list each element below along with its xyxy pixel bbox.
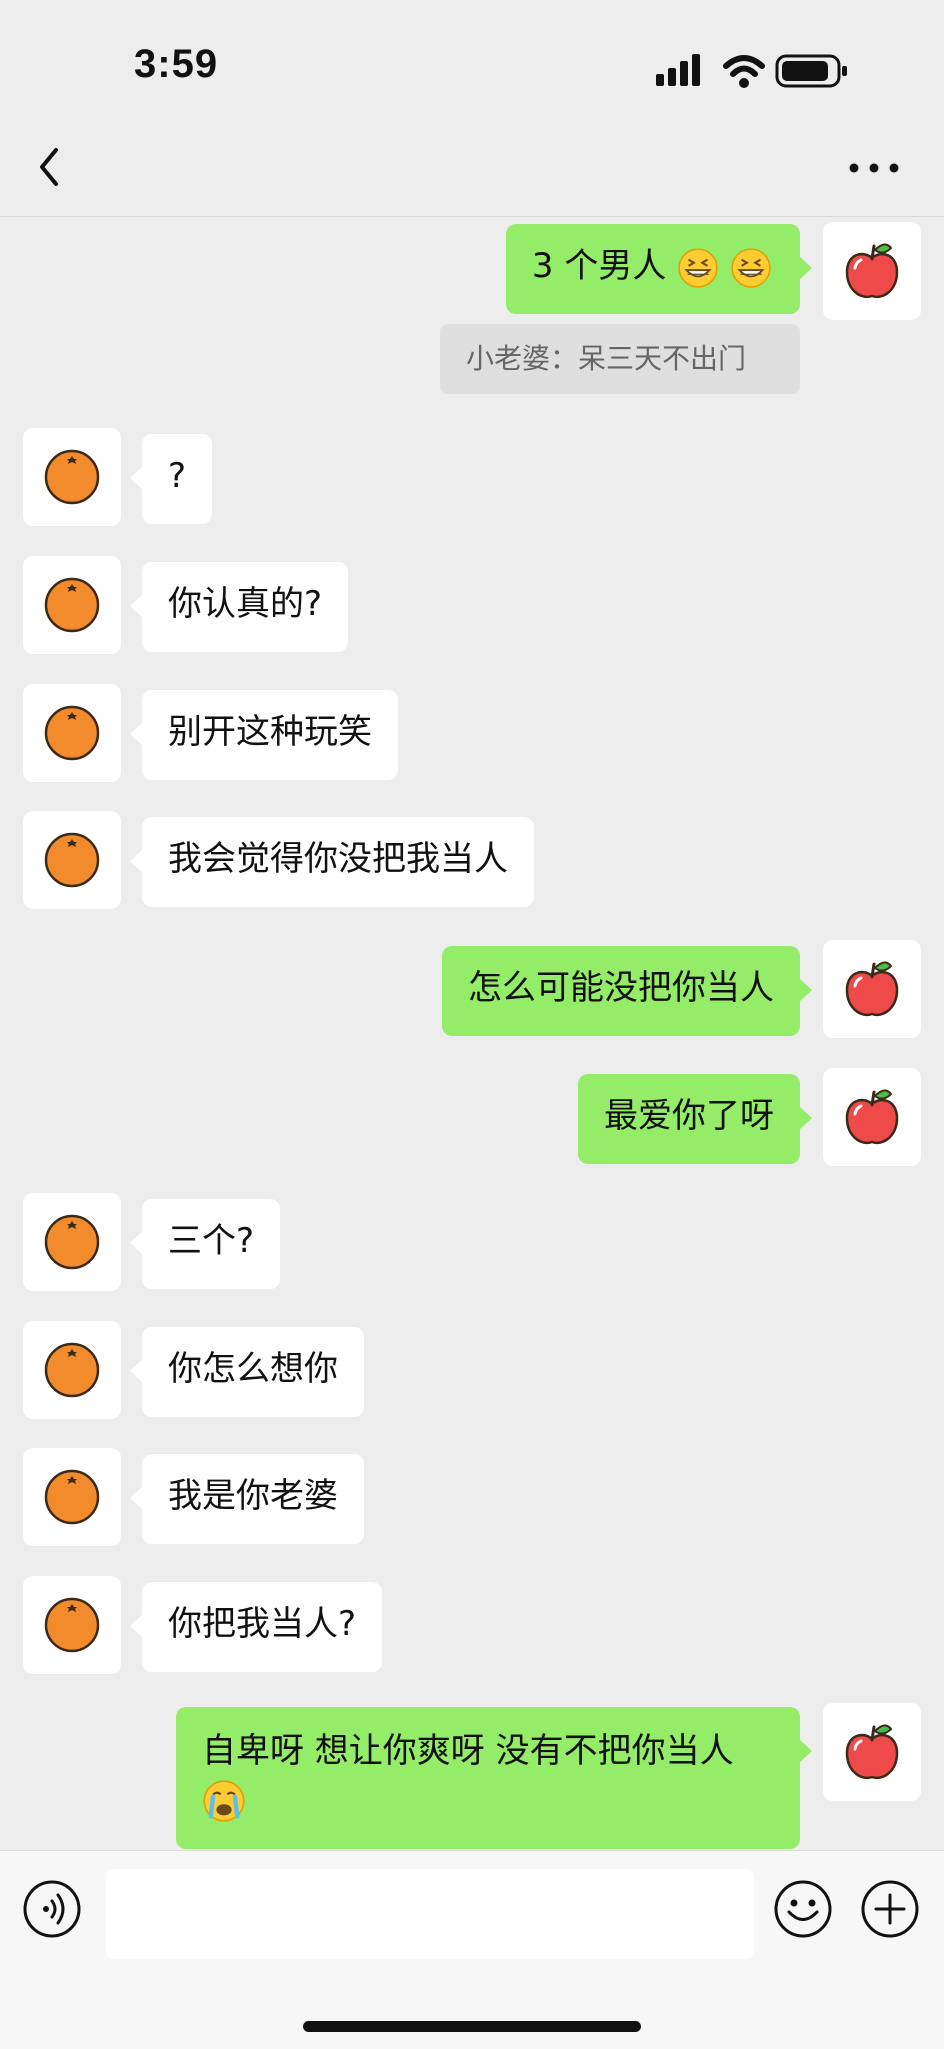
status-icons (656, 50, 856, 90)
orange-avatar[interactable] (23, 556, 121, 654)
home-indicator[interactable] (303, 2021, 641, 2032)
message-bubble[interactable]: 别开这种玩笑 (130, 690, 398, 780)
grinning-squint-emoji (731, 247, 771, 288)
orange-avatar[interactable] (23, 811, 121, 909)
apple-icon (845, 1088, 899, 1145)
message-bubble[interactable]: 我会觉得你没把我当人 (130, 817, 534, 907)
message-bubble[interactable]: 你认真的? (129, 562, 349, 652)
message-bubble[interactable]: 自卑呀 想让你爽呀 没有不把你当人 (176, 1707, 812, 1849)
smiley-icon (774, 1880, 832, 1938)
apple-avatar[interactable] (823, 940, 921, 1038)
orange-avatar[interactable] (23, 1193, 121, 1291)
input-bar (0, 1850, 944, 2049)
grinning-squint-emoji (678, 247, 719, 288)
message-text: 3 个男人 (531, 246, 667, 286)
orange-icon (44, 832, 100, 888)
message-text: 怎么可能没把你当人 (468, 968, 774, 1008)
message-bubble[interactable]: 最爱你了呀 (578, 1074, 812, 1164)
message-text: 我会觉得你没把我当人 (168, 839, 508, 879)
message-bubble[interactable]: 我是你老婆 (130, 1454, 364, 1544)
cellular-signal-icon (656, 54, 700, 86)
nav-bar (0, 120, 944, 217)
orange-avatar[interactable] (23, 428, 121, 526)
message-bubble[interactable]: 怎么可能没把你当人 (442, 946, 812, 1036)
orange-avatar[interactable] (23, 1321, 121, 1419)
orange-avatar[interactable] (23, 684, 121, 782)
orange-avatar[interactable] (23, 1448, 121, 1546)
message-text: 你把我当人? (168, 1604, 357, 1644)
message-text: 最爱你了呀 (604, 1096, 774, 1136)
quoted-reply[interactable]: 小老婆：呆三天不出门 (440, 324, 800, 394)
emoji-button[interactable] (773, 1879, 833, 1939)
message-text: 自卑呀 想让你爽呀 没有不把你当人 (202, 1731, 734, 1771)
message-input[interactable] (106, 1869, 754, 1959)
message-text: 我是你老婆 (168, 1476, 338, 1516)
message-text: 三个? (168, 1221, 255, 1261)
orange-icon (44, 1342, 100, 1398)
voice-icon (23, 1880, 81, 1938)
message-bubble[interactable]: 3 个男人 (505, 224, 813, 314)
apple-icon (845, 960, 899, 1017)
orange-icon (44, 1469, 100, 1525)
orange-icon (44, 705, 100, 761)
plus-circle-icon (861, 1880, 919, 1938)
orange-icon (44, 1214, 100, 1270)
crying-emoji (202, 1779, 246, 1823)
message-text: 你怎么想你 (168, 1349, 338, 1389)
wifi-icon (723, 55, 765, 88)
message-text: 你认真的? (168, 584, 323, 624)
back-button[interactable] (26, 142, 76, 192)
apple-avatar[interactable] (823, 1703, 921, 1801)
ellipsis-icon (849, 163, 899, 173)
message-bubble[interactable]: 你把我当人? (129, 1582, 383, 1672)
voice-button[interactable] (22, 1879, 82, 1939)
apple-avatar[interactable] (823, 1068, 921, 1166)
apple-avatar[interactable] (823, 222, 921, 320)
apple-icon (845, 242, 899, 299)
message-bubble[interactable]: ? (129, 434, 213, 524)
message-text: ? (168, 456, 187, 496)
chevron-left-icon (40, 148, 58, 186)
status-time: 3:59 (134, 42, 219, 86)
apple-icon (845, 1723, 899, 1780)
more-options-button[interactable] (860, 1879, 920, 1939)
orange-icon (44, 449, 100, 505)
status-bar: 3:59 (0, 0, 944, 120)
message-bubble[interactable]: 你怎么想你 (130, 1327, 364, 1417)
orange-icon (44, 577, 100, 633)
more-button[interactable] (844, 150, 904, 186)
battery-icon (775, 54, 847, 88)
orange-icon (44, 1597, 100, 1653)
message-text: 别开这种玩笑 (168, 712, 372, 752)
orange-avatar[interactable] (23, 1576, 121, 1674)
message-bubble[interactable]: 三个? (129, 1199, 281, 1289)
